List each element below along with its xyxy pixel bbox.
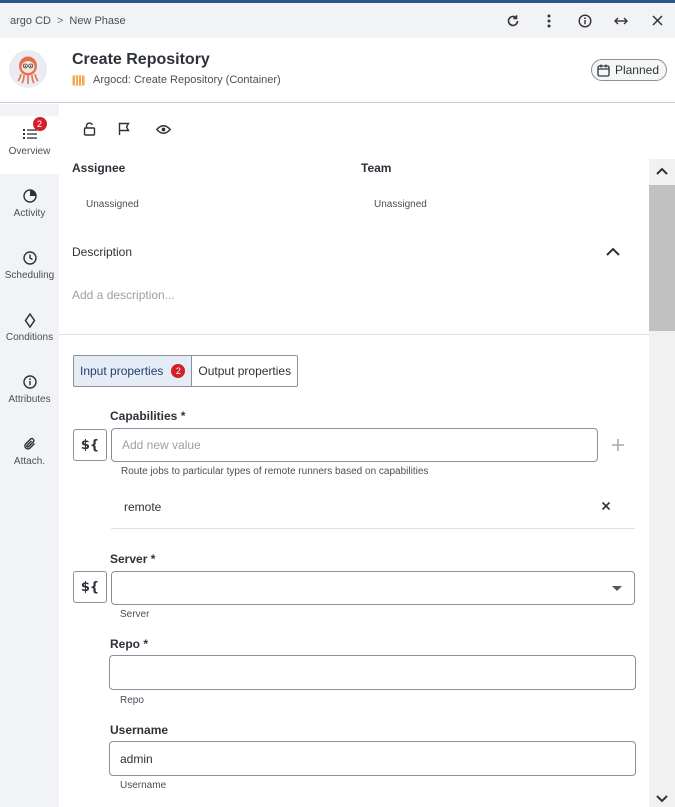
task-type-icon — [72, 75, 85, 85]
flag-icon[interactable] — [115, 120, 133, 138]
top-actions — [495, 3, 675, 38]
server-select[interactable] — [111, 571, 635, 605]
scroll-up-icon[interactable] — [649, 159, 675, 183]
top-bar: argo CD > New Phase — [0, 3, 675, 38]
close-icon[interactable] — [639, 3, 675, 38]
clock-icon — [21, 250, 39, 266]
nav-label-attachments: Attach. — [13, 456, 46, 467]
scrollbar[interactable] — [649, 159, 675, 807]
assignee-value[interactable]: Unassigned — [86, 199, 139, 210]
pie-icon — [21, 188, 39, 204]
chevron-down-icon — [612, 586, 622, 591]
phase-header: Create Repository Argocd: Create Reposit… — [0, 38, 675, 103]
capabilities-input[interactable]: Add new value — [111, 428, 598, 462]
info-circle-icon — [21, 374, 39, 390]
paperclip-icon — [21, 436, 39, 452]
list-icon: 2 — [21, 117, 47, 142]
capabilities-help: Route jobs to particular types of remote… — [121, 466, 429, 477]
capabilities-placeholder: Add new value — [122, 438, 201, 452]
capabilities-label: Capabilities * — [110, 409, 186, 423]
breadcrumb-current: New Phase — [69, 14, 126, 27]
page-title: Create Repository — [72, 51, 210, 68]
repo-input[interactable] — [109, 655, 636, 690]
side-nav: 2 Overview Activity Scheduling Condition… — [0, 104, 59, 807]
tab-input-badge: 2 — [171, 364, 186, 378]
description-label: Description — [72, 245, 133, 259]
username-input[interactable]: admin — [109, 741, 636, 776]
scrollbar-thumb[interactable] — [649, 185, 675, 331]
nav-item-conditions[interactable]: Conditions — [0, 302, 59, 360]
section-divider — [59, 334, 649, 335]
refresh-icon[interactable] — [495, 3, 531, 38]
overview-badge: 2 — [32, 117, 47, 131]
repo-help: Repo — [120, 695, 144, 706]
add-value-icon[interactable] — [608, 435, 628, 455]
nav-label-attributes: Attributes — [8, 394, 51, 405]
server-variable-button[interactable]: ${ — [73, 571, 107, 603]
breadcrumb-separator: > — [56, 14, 64, 27]
tab-input-label: Input properties — [80, 364, 164, 378]
username-label: Username — [110, 723, 169, 737]
nav-label-conditions: Conditions — [5, 332, 54, 343]
nav-item-attachments[interactable]: Attach. — [0, 426, 59, 484]
tab-input-properties[interactable]: Input properties 2 — [73, 355, 193, 387]
nav-label-scheduling: Scheduling — [4, 270, 55, 281]
scroll-down-icon[interactable] — [649, 786, 675, 807]
tab-output-label: Output properties — [198, 364, 292, 378]
chevron-up-icon[interactable] — [605, 244, 623, 262]
remove-value-icon[interactable] — [599, 499, 613, 513]
phase-panel: argo CD > New Phase Create Repository Ar… — [0, 0, 675, 807]
diamond-icon — [21, 312, 39, 328]
status-label: Planned — [614, 63, 659, 77]
server-help: Server — [120, 609, 150, 620]
capability-value: remote — [124, 500, 162, 514]
username-value: admin — [120, 751, 153, 766]
description-input[interactable]: Add a description... — [72, 288, 175, 302]
calendar-icon — [597, 64, 610, 77]
argo-logo-avatar — [9, 50, 47, 88]
assignee-label: Assignee — [72, 161, 126, 175]
nav-item-overview[interactable]: 2 Overview — [0, 116, 59, 174]
task-type-label: Argocd: Create Repository (Container) — [93, 74, 281, 86]
overview-panel: Assignee Unassigned Team Unassigned Desc… — [59, 104, 649, 807]
tab-output-properties[interactable]: Output properties — [192, 355, 299, 387]
breadcrumb-root[interactable]: argo CD — [10, 15, 51, 27]
info-icon[interactable] — [567, 3, 603, 38]
lock-icon[interactable] — [80, 120, 98, 138]
eye-icon[interactable] — [154, 120, 172, 138]
server-label: Server * — [110, 552, 156, 566]
capabilities-variable-button[interactable]: ${ — [73, 429, 107, 461]
nav-item-attributes[interactable]: Attributes — [0, 364, 59, 422]
nav-label-overview: Overview — [8, 146, 51, 157]
task-type: Argocd: Create Repository (Container) — [72, 74, 281, 86]
username-help: Username — [120, 780, 167, 791]
team-value[interactable]: Unassigned — [374, 199, 427, 210]
expand-horizontal-icon[interactable] — [603, 3, 639, 38]
team-label: Team — [361, 161, 392, 175]
repo-label: Repo * — [110, 637, 149, 651]
capability-value-row: remote — [111, 492, 635, 529]
status-badge[interactable]: Planned — [590, 59, 667, 81]
more-vertical-icon[interactable] — [531, 3, 567, 38]
nav-item-scheduling[interactable]: Scheduling — [0, 240, 59, 298]
nav-label-activity: Activity — [13, 208, 46, 219]
nav-item-activity[interactable]: Activity — [0, 178, 59, 236]
property-tabs: Input properties 2 Output properties — [73, 355, 299, 387]
